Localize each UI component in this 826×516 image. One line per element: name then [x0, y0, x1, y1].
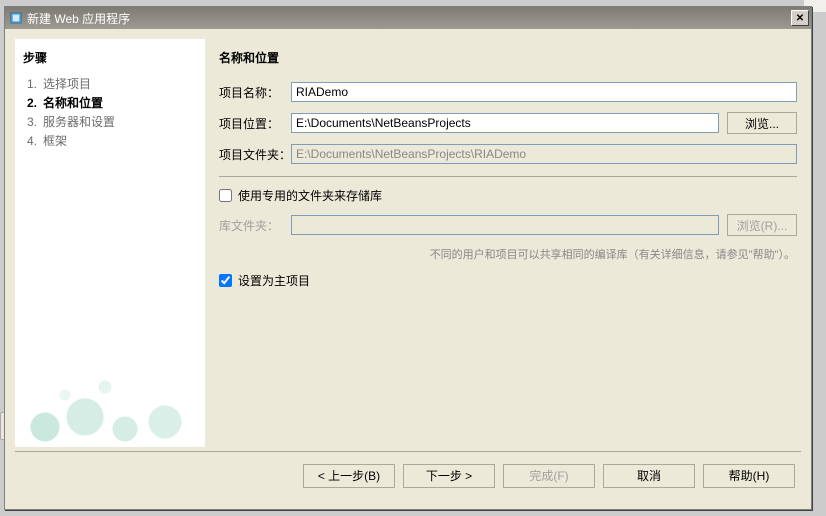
close-icon: ✕: [796, 13, 804, 24]
divider: [219, 176, 797, 177]
set-main-checkbox[interactable]: [219, 274, 232, 287]
help-button[interactable]: 帮助(H): [703, 464, 795, 488]
step-item-3: 3.服务器和设置: [27, 112, 197, 131]
sidebar-decoration: [15, 367, 205, 447]
project-location-input[interactable]: [291, 113, 719, 133]
finish-button: 完成(F): [503, 464, 595, 488]
step-item-2: 2.名称和位置: [27, 93, 197, 112]
dedicated-folder-checkbox[interactable]: [219, 189, 232, 202]
back-button[interactable]: < 上一步(B): [303, 464, 395, 488]
project-folder-label: 项目文件夹：: [219, 146, 291, 163]
dedicated-folder-label: 使用专用的文件夹来存储库: [238, 187, 382, 204]
panel-heading: 名称和位置: [219, 49, 797, 66]
browse-lib-button: 浏览(R)...: [727, 214, 797, 236]
step-item-4: 4.框架: [27, 131, 197, 150]
main-panel: 名称和位置 项目名称： 项目位置： 浏览... 项目文件夹：: [205, 39, 801, 447]
dialog-window: 新建 Web 应用程序 ✕ 步骤 1.选择项目 2.名称和位置 3.服务器和设置…: [4, 6, 812, 510]
lib-folder-input: [291, 215, 719, 235]
lib-folder-label: 库文件夹：: [219, 217, 291, 234]
titlebar: 新建 Web 应用程序 ✕: [5, 7, 811, 29]
steps-sidebar: 步骤 1.选择项目 2.名称和位置 3.服务器和设置 4.框架: [15, 39, 205, 447]
content-area: 步骤 1.选择项目 2.名称和位置 3.服务器和设置 4.框架 名称和位置 项目…: [15, 39, 801, 447]
set-main-row: 设置为主项目: [219, 272, 797, 289]
project-name-input[interactable]: [291, 82, 797, 102]
button-bar: < 上一步(B) 下一步 > 完成(F) 取消 帮助(H): [15, 451, 801, 499]
steps-heading: 步骤: [23, 49, 197, 66]
cancel-button[interactable]: 取消: [603, 464, 695, 488]
next-button[interactable]: 下一步 >: [403, 464, 495, 488]
dialog-body: 步骤 1.选择项目 2.名称和位置 3.服务器和设置 4.框架 名称和位置 项目…: [5, 29, 811, 509]
window-title: 新建 Web 应用程序: [27, 10, 791, 27]
app-icon: [9, 11, 23, 25]
close-button[interactable]: ✕: [791, 10, 809, 26]
browse-button[interactable]: 浏览...: [727, 112, 797, 134]
lib-folder-row: 库文件夹： 浏览(R)...: [219, 214, 797, 236]
project-location-label: 项目位置：: [219, 115, 291, 132]
step-item-1: 1.选择项目: [27, 74, 197, 93]
project-folder-input: [291, 144, 797, 164]
set-main-label: 设置为主项目: [238, 272, 310, 289]
steps-list: 1.选择项目 2.名称和位置 3.服务器和设置 4.框架: [23, 74, 197, 150]
dedicated-folder-row: 使用专用的文件夹来存储库: [219, 187, 797, 204]
project-folder-row: 项目文件夹：: [219, 144, 797, 164]
hint-text: 不同的用户和项目可以共享相同的编译库（有关详细信息，请参见"帮助"）。: [219, 246, 795, 262]
project-location-row: 项目位置： 浏览...: [219, 112, 797, 134]
project-name-row: 项目名称：: [219, 82, 797, 102]
project-name-label: 项目名称：: [219, 84, 291, 101]
